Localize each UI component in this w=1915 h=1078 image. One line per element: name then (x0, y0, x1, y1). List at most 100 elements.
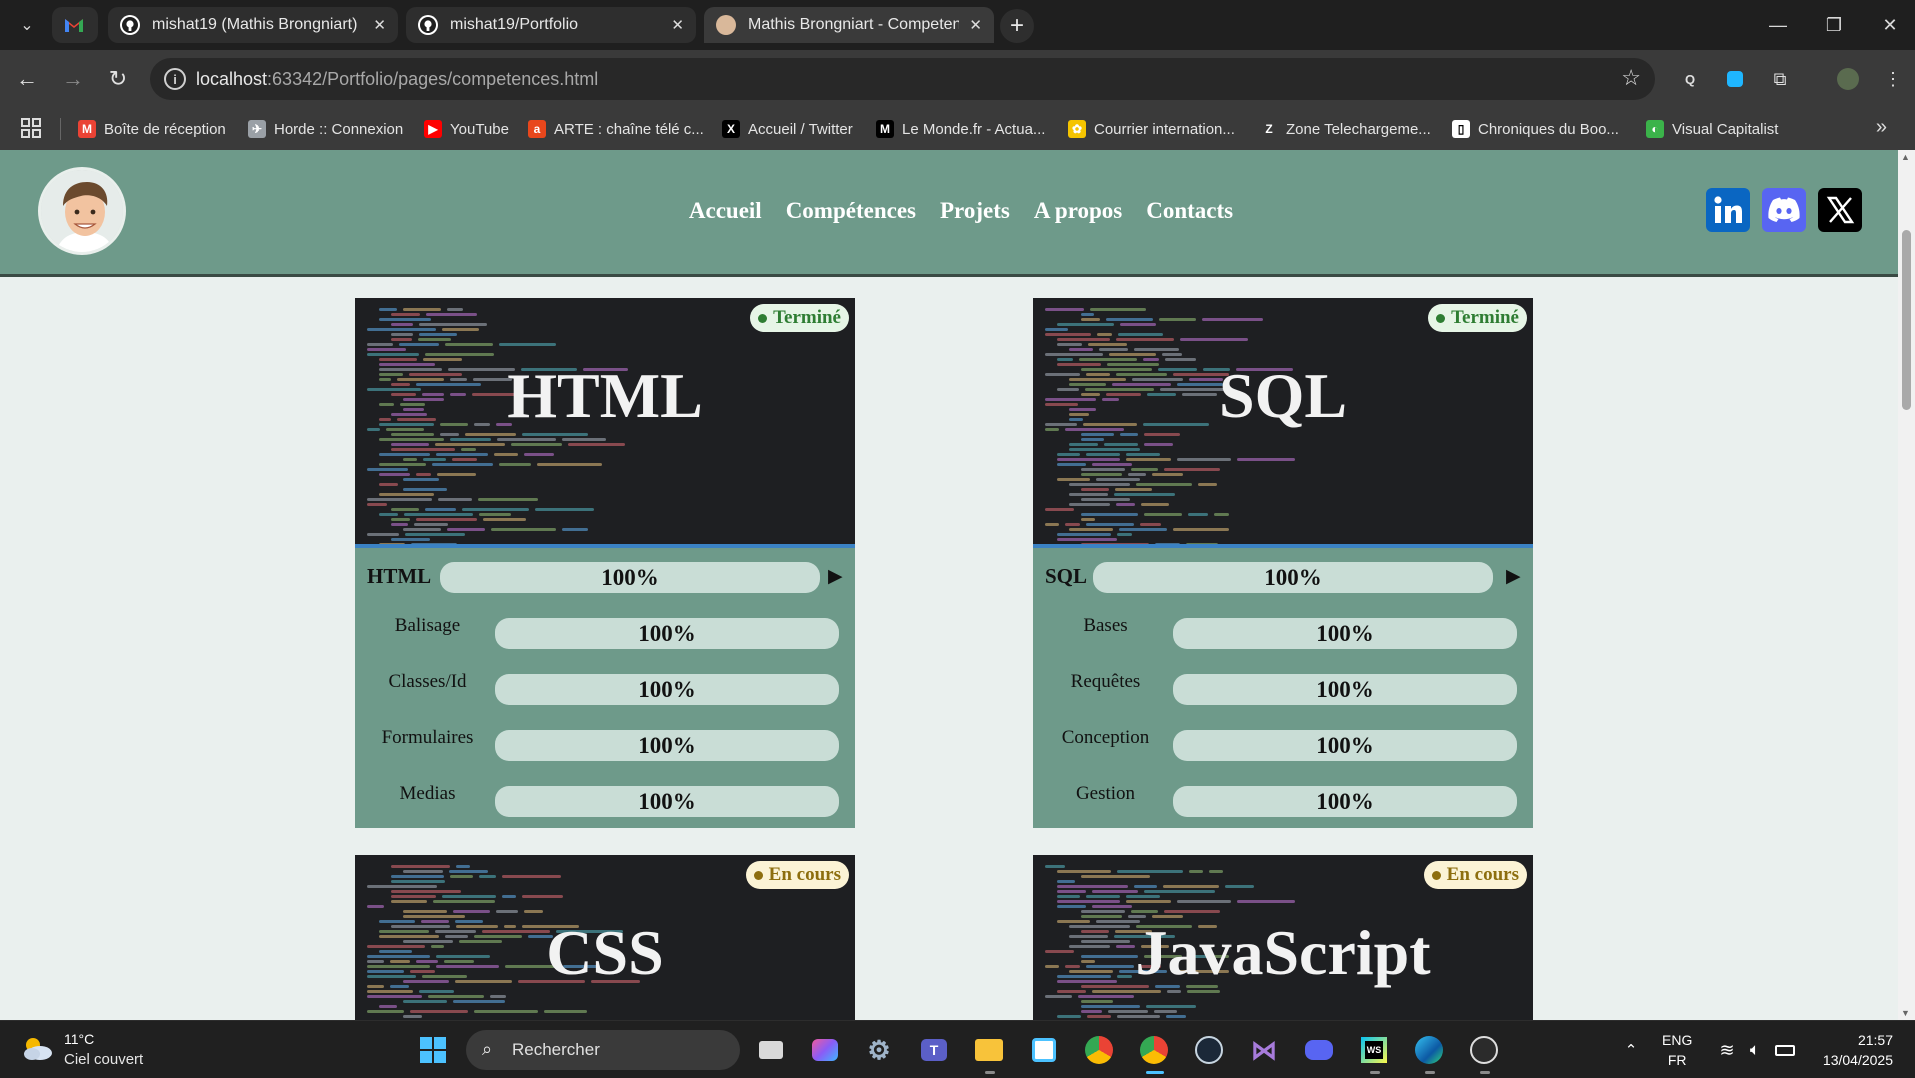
tab-search-chevron-icon[interactable]: ⌄ (12, 10, 42, 40)
windows-start-icon[interactable] (416, 1033, 450, 1067)
reload-icon[interactable]: ↻ (103, 64, 133, 94)
chrome-gmail-profile-icon[interactable] (1082, 1033, 1116, 1067)
profile-avatar-icon[interactable] (1833, 64, 1863, 94)
tab-portfolio-active[interactable]: Mathis Brongniart - Competenc ✕ (704, 7, 994, 43)
edge-icon[interactable] (1412, 1033, 1446, 1067)
forward-arrow-icon[interactable]: → (58, 64, 88, 94)
file-explorer-icon[interactable] (972, 1033, 1006, 1067)
task-view-icon[interactable] (754, 1033, 788, 1067)
nav-projets[interactable]: Projets (940, 198, 1010, 224)
code-texture (1069, 503, 1110, 506)
chrome-icon[interactable] (1137, 1033, 1171, 1067)
code-texture (418, 338, 451, 341)
bookmark-item[interactable]: ✿ Courrier internation... (1068, 108, 1235, 150)
scrollbar-thumb[interactable] (1902, 230, 1911, 410)
bookmark-separator (60, 118, 61, 140)
nav-accueil[interactable]: Accueil (689, 198, 762, 224)
code-texture (433, 900, 495, 903)
tab-github-repo[interactable]: mishat19/Portfolio ✕ (406, 7, 696, 43)
code-texture (391, 875, 444, 878)
expand-toggle-icon[interactable]: ▶ (828, 565, 843, 588)
skill-card-css: CSS En cours (355, 855, 855, 1020)
restore-icon[interactable]: ❐ (1814, 8, 1854, 42)
code-texture (453, 910, 490, 913)
microsoft365-copilot-icon[interactable] (808, 1033, 842, 1067)
code-texture (1065, 428, 1124, 431)
obs-studio-icon[interactable] (1467, 1033, 1501, 1067)
code-texture (1092, 905, 1132, 908)
teams-icon[interactable]: T (917, 1033, 951, 1067)
back-arrow-icon[interactable]: ← (12, 64, 42, 94)
code-texture (1141, 503, 1169, 506)
taskbar-search-input[interactable]: ⌕ Rechercher (466, 1030, 740, 1070)
new-tab-button[interactable]: + (1000, 9, 1034, 43)
extension-screenshot-icon[interactable] (1720, 64, 1750, 94)
nav-competences[interactable]: Compétences (786, 198, 916, 224)
scroll-up-arrow-icon[interactable]: ▲ (1901, 152, 1910, 162)
close-window-icon[interactable]: ✕ (1870, 8, 1910, 42)
nav-a-propos[interactable]: A propos (1034, 198, 1122, 224)
tab-gmail[interactable] (52, 7, 98, 43)
microsoft-store-icon[interactable] (1027, 1033, 1061, 1067)
page-scrollbar[interactable]: ▲ ▼ (1898, 150, 1915, 1020)
input-language[interactable]: ENG FR (1662, 1030, 1692, 1070)
code-texture (1097, 333, 1112, 336)
bookmark-item[interactable]: ▶ YouTube (424, 108, 509, 150)
site-info-icon[interactable]: i (164, 68, 186, 90)
bookmark-item[interactable]: ◐ Visual Capitalist (1646, 108, 1778, 150)
minimize-icon[interactable]: — (1758, 8, 1798, 42)
code-texture (502, 875, 561, 878)
bookmark-item[interactable]: a ARTE : chaîne télé c... (528, 108, 704, 150)
address-bar[interactable]: i localhost:63342/Portfolio/pages/compet… (150, 58, 1655, 100)
code-texture (1069, 418, 1083, 421)
code-texture (367, 428, 380, 431)
discord-icon[interactable] (1762, 188, 1806, 232)
tab-github-profile[interactable]: mishat19 (Mathis Brongniart) ✕ (108, 7, 398, 43)
bookmark-item[interactable]: ▯ Chroniques du Boo... (1452, 108, 1619, 150)
bookmark-item[interactable]: M Le Monde.fr - Actua... (876, 108, 1045, 150)
volume-icon[interactable]: 🔈︎ (1738, 1033, 1772, 1067)
extension-q-icon[interactable]: Q (1675, 64, 1705, 94)
close-tab-icon[interactable]: ✕ (671, 16, 684, 34)
code-texture (1057, 905, 1086, 908)
webstorm-icon[interactable]: WS (1357, 1033, 1391, 1067)
nav-contacts[interactable]: Contacts (1146, 198, 1233, 224)
more-menu-icon[interactable]: ⋮ (1878, 64, 1908, 94)
code-texture (474, 423, 490, 426)
sub-skill-progress: 100% (1173, 786, 1517, 817)
running-indicator (1370, 1071, 1380, 1074)
code-texture (1081, 875, 1150, 878)
visual-studio-icon[interactable]: ⋈ (1247, 1033, 1281, 1067)
search-icon: ⌕ (482, 1039, 493, 1059)
bookmark-star-icon[interactable]: ☆ (1621, 65, 1641, 91)
code-texture (1086, 965, 1134, 968)
code-texture (1045, 523, 1059, 526)
settings-gear-icon[interactable]: ⚙ (862, 1033, 896, 1067)
x-twitter-icon[interactable] (1818, 188, 1862, 232)
extensions-puzzle-icon[interactable]: ⧉ (1765, 64, 1795, 94)
close-tab-icon[interactable]: ✕ (373, 16, 386, 34)
tray-chevron-up-icon[interactable]: ⌃ (1614, 1033, 1648, 1067)
close-tab-icon[interactable]: ✕ (969, 16, 982, 34)
linkedin-icon[interactable] (1706, 188, 1750, 232)
bookmark-item[interactable]: Z Zone Telechargeme... (1260, 108, 1431, 150)
sub-skill-row: Bases 100% (1033, 604, 1533, 660)
expand-toggle-icon[interactable]: ▶ (1506, 565, 1521, 588)
code-texture (1069, 483, 1130, 486)
bookmark-item[interactable]: X Accueil / Twitter (722, 108, 853, 150)
discord-taskbar-icon[interactable] (1302, 1033, 1336, 1067)
code-texture (1092, 990, 1161, 993)
code-texture (1057, 880, 1075, 883)
code-texture (1069, 348, 1093, 351)
taskbar-clock[interactable]: 21:57 13/04/2025 (1823, 1030, 1893, 1070)
steam-icon[interactable] (1192, 1033, 1226, 1067)
apps-grid-icon[interactable] (20, 117, 44, 141)
more-bookmarks-icon[interactable]: » (1876, 116, 1887, 139)
bookmark-item[interactable]: M Boîte de réception (78, 108, 226, 150)
address-url: localhost:63342/Portfolio/pages/competen… (196, 69, 599, 89)
status-badge: Terminé (750, 304, 849, 332)
bookmark-item[interactable]: ✈ Horde :: Connexion (248, 108, 403, 150)
battery-icon[interactable] (1768, 1033, 1802, 1067)
scroll-down-arrow-icon[interactable]: ▼ (1901, 1008, 1910, 1018)
code-texture (367, 905, 384, 908)
